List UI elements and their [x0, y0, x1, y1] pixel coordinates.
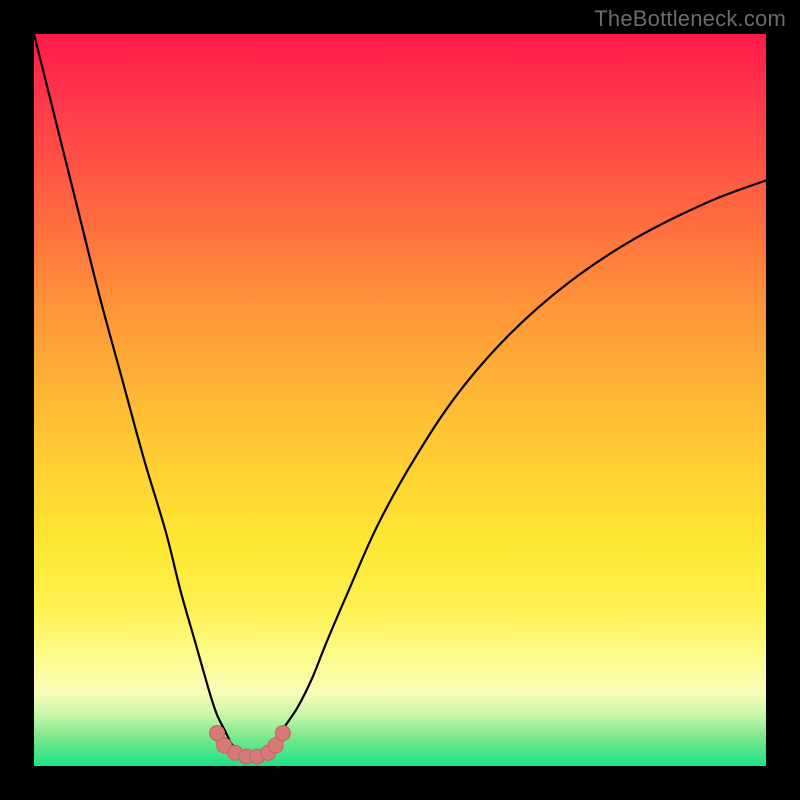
chart-frame: TheBottleneck.com	[0, 0, 800, 800]
plot-area	[34, 34, 766, 766]
right-branch-path	[268, 180, 766, 751]
valley-marker	[275, 726, 290, 741]
curve-layer	[34, 34, 766, 766]
valley-marker-group	[210, 726, 291, 764]
left-branch-path	[34, 34, 239, 751]
brand-watermark: TheBottleneck.com	[594, 6, 786, 32]
